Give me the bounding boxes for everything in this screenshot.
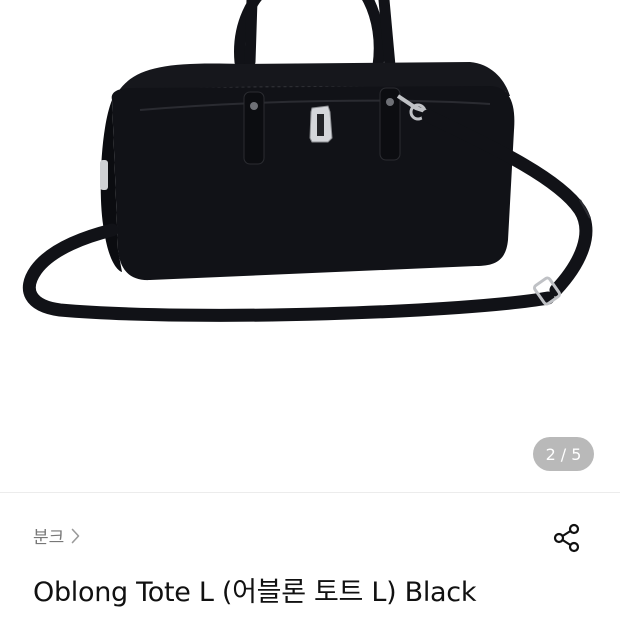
product-image (22, 0, 593, 322)
product-image-gallery[interactable]: 2 / 5 (0, 0, 620, 492)
page-separator: / (560, 444, 567, 464)
chevron-right-icon (71, 528, 80, 544)
image-page-indicator: 2 / 5 (533, 437, 594, 471)
total-pages: 5 (571, 444, 582, 464)
share-button[interactable] (549, 522, 585, 558)
brand-link[interactable]: 분크 (33, 523, 80, 548)
brand-name: 분크 (33, 528, 65, 548)
product-info: 분크 Oblong Tote L (어블론 토트 L) Black (0, 493, 620, 620)
product-title: Oblong Tote L (어블론 토트 L) Black (33, 577, 477, 608)
share-icon (552, 523, 582, 557)
current-page: 2 (545, 444, 556, 464)
